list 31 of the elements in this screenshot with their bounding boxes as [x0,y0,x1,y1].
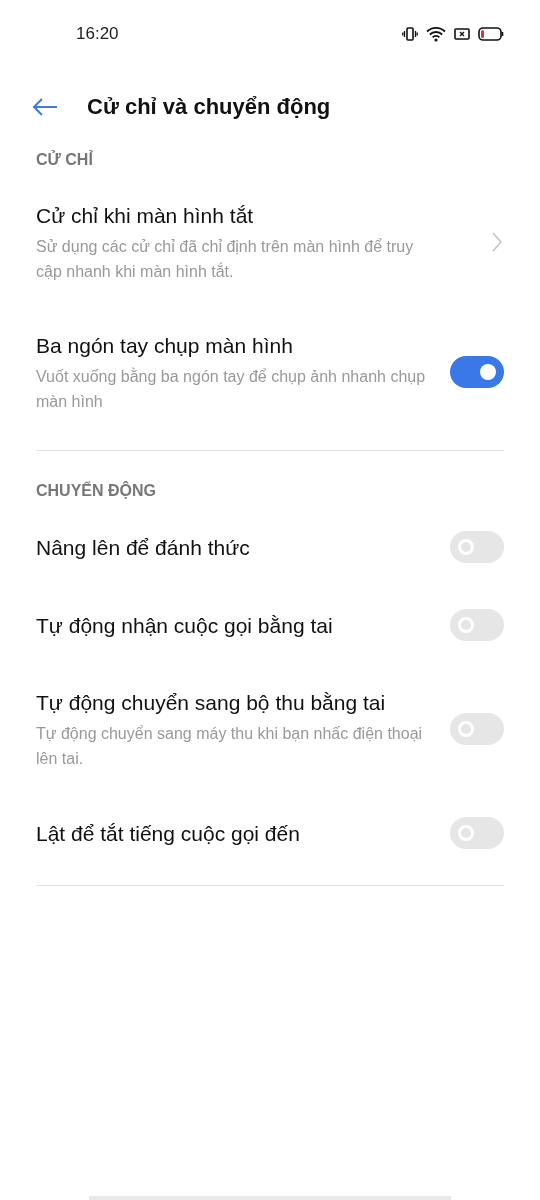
status-time: 16:20 [76,24,119,44]
setting-title: Tự động chuyển sang bộ thu bằng tai [36,690,387,716]
section-header: CHUYỂN ĐỘNG [36,481,157,501]
setting-description: Vuốt xuống bằng ba ngón tay để chụp ảnh nhanh chụp màn hình [36,366,427,412]
setting-title: Nâng lên để đánh thức [36,534,251,561]
setting-description: Sử dụng các cử chỉ đã chỉ định trên màn hình để truy cập nhanh khi màn hình tắt. [36,237,415,282]
setting-title: Ba ngón tay chụp màn hình [36,333,294,359]
vibrate-icon [402,26,418,42]
toggle-switch[interactable] [450,817,504,849]
toggle-switch[interactable] [450,356,504,388]
setting-title: Tự động nhận cuộc gọi bằng tai [36,612,334,639]
settings-row[interactable]: Tự động chuyển sang bộ thu bằng tai Tự động chuyển sang máy thu khi bạn nhấc điện thoại lên tai. [36,675,504,783]
settings-row[interactable]: Nâng lên để đánh thức [36,519,504,575]
settings-row[interactable]: Ba ngón tay chụp màn hình Vuốt xuống bằng ba ngón tay để chụp ảnh nhanh chụp màn hình [36,318,504,426]
wifi-icon [426,26,446,42]
setting-title: Cử chỉ khi màn hình tắt [36,203,255,229]
settings-row[interactable]: Cử chỉ khi màn hình tắt Sử dụng các cử chỉ đã chỉ định trên màn hình để truy cập nhanh khi màn hình tắt. [36,188,504,296]
back-button[interactable] [32,97,60,117]
section-header: CỬ CHỈ [36,150,94,170]
page-title: Cử chỉ và chuyển động [87,94,331,120]
toggle-switch[interactable] [450,713,504,745]
chevron-right-icon [492,232,502,252]
settings-row[interactable]: Lật để tắt tiếng cuộc gọi đến [36,805,504,861]
setting-description: Tự động chuyển sang máy thu khi bạn nhấc điện thoại lên tai. [36,724,424,769]
sim-icon [454,27,470,41]
setting-title: Lật để tắt tiếng cuộc gọi đến [36,820,301,847]
toggle-switch[interactable] [450,531,504,563]
settings-row[interactable]: Tự động nhận cuộc gọi bằng tai [36,597,504,653]
toggle-switch[interactable] [450,609,504,641]
back-arrow-icon [32,98,58,116]
battery-icon [478,27,504,41]
